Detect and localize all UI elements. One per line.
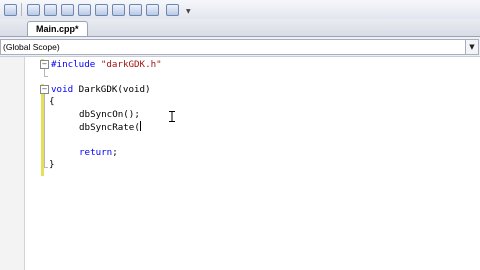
code-editor[interactable]: − − #include "darkGDK.h" void DarkGDK(vo… (0, 57, 480, 270)
statement: dbSyncOn(); (79, 109, 140, 120)
cut-icon[interactable] (78, 4, 91, 16)
outline-line (44, 94, 45, 167)
punctuation: ; (112, 147, 118, 158)
string-literal: "darkGDK.h" (100, 59, 162, 70)
save-icon[interactable] (44, 4, 57, 16)
keyword: return (79, 147, 113, 158)
tab-main-cpp[interactable]: Main.cpp* (27, 21, 88, 36)
code-line: } (49, 159, 55, 171)
scope-dropdown[interactable]: (Global Scope) ▼ (0, 39, 479, 55)
brace: } (49, 159, 55, 170)
undo-icon[interactable] (129, 4, 142, 16)
copy-icon[interactable] (95, 4, 108, 16)
function-signature: DarkGDK(void) (73, 84, 151, 95)
navigation-bar: (Global Scope) ▼ (0, 37, 480, 57)
document-tabstrip: Main.cpp* (0, 19, 480, 37)
open-file-icon[interactable] (27, 4, 40, 16)
code-line: { (49, 96, 55, 108)
outline-end (44, 167, 48, 168)
code-line: dbSyncRate( (79, 121, 141, 134)
code-line: return; (79, 147, 118, 159)
new-file-icon[interactable] (4, 4, 17, 16)
code-line: dbSyncOn(); (79, 109, 140, 121)
code-line: void DarkGDK(void) (51, 84, 151, 96)
outline-line (44, 69, 45, 76)
keyword: void (51, 84, 74, 95)
redo-icon[interactable] (146, 4, 159, 16)
keyword: #include (51, 59, 96, 70)
find-icon[interactable] (166, 4, 179, 16)
save-all-icon[interactable] (61, 4, 74, 16)
collapse-icon[interactable]: − (40, 85, 49, 94)
text-caret (139, 121, 141, 131)
indicator-margin (0, 57, 25, 270)
scope-value: (Global Scope) (3, 42, 60, 52)
chevron-down-icon[interactable]: ▼ (465, 40, 478, 54)
statement: dbSyncRate( (79, 122, 140, 133)
brace: { (49, 96, 55, 107)
collapse-icon[interactable]: − (40, 60, 49, 69)
outline-end (44, 76, 48, 77)
toolbar: ▼ (0, 0, 480, 20)
toolbar-separator (21, 3, 22, 16)
paste-icon[interactable] (112, 4, 125, 16)
ibeam-cursor-icon (169, 111, 175, 122)
code-line: #include "darkGDK.h" (51, 59, 162, 71)
toolbar-dropdown-icon[interactable]: ▼ (186, 8, 191, 15)
